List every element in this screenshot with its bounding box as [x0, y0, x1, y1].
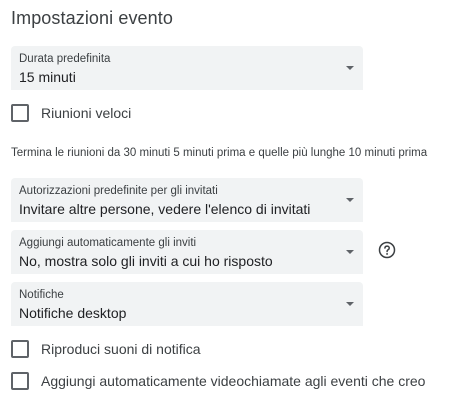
guest-permissions-label: Autorizzazioni predefinite per gli invit…: [19, 185, 218, 197]
auto-add-invitations-select[interactable]: Aggiungi automaticamente gli inviti No, …: [11, 230, 363, 274]
dropdown-arrow-icon: [346, 198, 354, 202]
page-title: Impostazioni evento: [11, 8, 173, 28]
auto-add-video-row[interactable]: Aggiungi automaticamente videochiamate a…: [11, 371, 425, 391]
auto-add-invitations-value: No, mostra solo gli inviti a cui ho risp…: [19, 253, 273, 269]
notifications-value: Notifiche desktop: [19, 305, 127, 321]
speedy-meetings-row[interactable]: Riunioni veloci: [11, 103, 131, 123]
help-circle-icon[interactable]: [378, 241, 396, 259]
speedy-meetings-hint: Termina le riunioni da 30 minuti 5 minut…: [11, 147, 428, 159]
dropdown-arrow-icon: [346, 66, 354, 70]
guest-permissions-select[interactable]: Autorizzazioni predefinite per gli invit…: [11, 178, 363, 222]
notifications-label: Notifiche: [19, 289, 64, 301]
speedy-meetings-checkbox[interactable]: [11, 104, 29, 122]
play-sounds-checkbox[interactable]: [11, 340, 29, 358]
auto-add-video-label: Aggiungi automaticamente videochiamate a…: [41, 373, 426, 389]
play-sounds-row[interactable]: Riproduci suoni di notifica: [11, 339, 201, 359]
auto-add-video-checkbox[interactable]: [11, 372, 29, 390]
notifications-select[interactable]: Notifiche Notifiche desktop: [11, 282, 363, 326]
guest-permissions-value: Invitare altre persone, vedere l'elenco …: [19, 201, 311, 217]
default-duration-select[interactable]: Durata predefinita 15 minuti: [11, 46, 363, 90]
speedy-meetings-label: Riunioni veloci: [41, 105, 132, 121]
default-duration-value: 15 minuti: [19, 69, 76, 85]
dropdown-arrow-icon: [346, 250, 354, 254]
play-sounds-label: Riproduci suoni di notifica: [41, 341, 201, 357]
auto-add-invitations-label: Aggiungi automaticamente gli inviti: [19, 237, 197, 249]
dropdown-arrow-icon: [346, 302, 354, 306]
default-duration-label: Durata predefinita: [19, 53, 111, 65]
